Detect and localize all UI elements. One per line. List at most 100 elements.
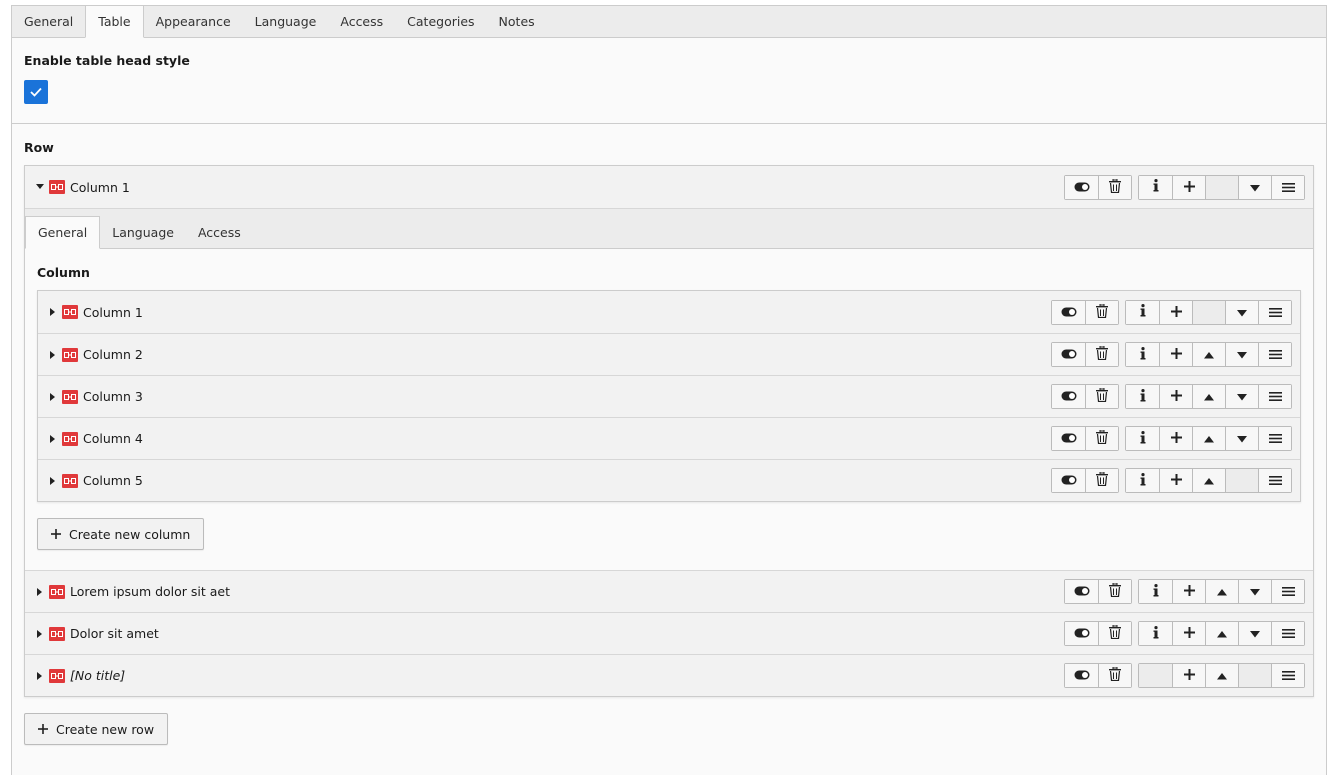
inner-tab-general[interactable]: General bbox=[25, 216, 101, 249]
drag-handle-button[interactable] bbox=[1258, 300, 1291, 324]
info-button[interactable] bbox=[1126, 427, 1159, 450]
row-header[interactable]: Column 1 bbox=[25, 166, 1313, 208]
row-panel-header[interactable]: Dolor sit amet bbox=[25, 612, 1313, 654]
drag-handle-button[interactable] bbox=[1271, 580, 1304, 603]
add-button[interactable] bbox=[1159, 343, 1192, 366]
plus-icon bbox=[1170, 305, 1182, 320]
column-panel-header[interactable]: Column 1 bbox=[38, 291, 1300, 333]
toggle-visibility-button[interactable] bbox=[1052, 300, 1085, 324]
info-button[interactable] bbox=[1126, 469, 1159, 492]
row-panel-header[interactable]: Lorem ipsum dolor sit aet bbox=[25, 570, 1313, 612]
tab-appearance[interactable]: Appearance bbox=[144, 6, 243, 37]
caret-right-icon[interactable] bbox=[48, 308, 58, 316]
toggle-visibility-button[interactable] bbox=[1065, 580, 1098, 603]
info-button[interactable] bbox=[1126, 385, 1159, 408]
head-style-checkbox[interactable] bbox=[24, 80, 48, 104]
delete-button[interactable] bbox=[1098, 664, 1131, 687]
move-up-button[interactable] bbox=[1192, 427, 1225, 450]
move-down-button[interactable] bbox=[1238, 580, 1271, 603]
move-up-button[interactable] bbox=[1205, 664, 1238, 687]
add-button[interactable] bbox=[1172, 622, 1205, 645]
move-up-button[interactable] bbox=[1192, 343, 1225, 366]
caret-right-icon[interactable] bbox=[48, 476, 58, 485]
tab-notes[interactable]: Notes bbox=[487, 6, 547, 37]
record-actions-group bbox=[1138, 174, 1305, 200]
add-button[interactable] bbox=[1159, 300, 1192, 324]
column-panel-header[interactable]: Column 2 bbox=[38, 333, 1300, 375]
delete-button[interactable] bbox=[1085, 300, 1118, 324]
info-button[interactable] bbox=[1126, 343, 1159, 366]
info-button[interactable] bbox=[1126, 300, 1159, 324]
delete-button[interactable] bbox=[1085, 427, 1118, 450]
record-icon bbox=[49, 668, 65, 683]
move-down-button[interactable] bbox=[1238, 175, 1271, 199]
move-up-button[interactable] bbox=[1205, 622, 1238, 645]
tab-access[interactable]: Access bbox=[328, 6, 395, 37]
arrow-down-icon bbox=[1250, 626, 1260, 641]
toggle-visibility-button[interactable] bbox=[1052, 385, 1085, 408]
delete-button[interactable] bbox=[1085, 469, 1118, 492]
drag-handle-button[interactable] bbox=[1271, 175, 1304, 199]
drag-handle-button[interactable] bbox=[1258, 469, 1291, 492]
info-button[interactable] bbox=[1139, 622, 1172, 645]
toggle-visibility-button[interactable] bbox=[1065, 664, 1098, 687]
toggle-visibility-button[interactable] bbox=[1052, 427, 1085, 450]
add-button[interactable] bbox=[1159, 385, 1192, 408]
visibility-delete-group bbox=[1064, 579, 1132, 604]
move-up-button[interactable] bbox=[1192, 469, 1225, 492]
move-down-button[interactable] bbox=[1225, 427, 1258, 450]
move-down-button[interactable] bbox=[1238, 622, 1271, 645]
add-button[interactable] bbox=[1159, 469, 1192, 492]
caret-right-icon[interactable] bbox=[35, 629, 45, 638]
trash-icon bbox=[1096, 345, 1108, 363]
move-up-button[interactable] bbox=[1205, 580, 1238, 603]
toggle-visibility-button[interactable] bbox=[1052, 469, 1085, 492]
drag-handle-button[interactable] bbox=[1258, 385, 1291, 408]
add-button[interactable] bbox=[1172, 664, 1205, 687]
head-style-section: Enable table head style bbox=[12, 38, 1326, 124]
caret-right-icon[interactable] bbox=[48, 434, 58, 443]
delete-button[interactable] bbox=[1098, 175, 1131, 199]
add-button[interactable] bbox=[1172, 580, 1205, 603]
toggle-visibility-button[interactable] bbox=[1052, 343, 1085, 366]
move-down-button[interactable] bbox=[1225, 300, 1258, 324]
inner-tab-access[interactable]: Access bbox=[186, 217, 253, 248]
toggle-icon bbox=[1061, 305, 1077, 320]
column-panel-header[interactable]: Column 4 bbox=[38, 417, 1300, 459]
tab-general[interactable]: General bbox=[12, 6, 85, 37]
column-panel-header[interactable]: Column 3 bbox=[38, 375, 1300, 417]
drag-handle-button[interactable] bbox=[1258, 343, 1291, 366]
move-down-button[interactable] bbox=[1225, 343, 1258, 366]
caret-right-icon[interactable] bbox=[48, 350, 58, 359]
inner-tab-language[interactable]: Language bbox=[100, 217, 186, 248]
caret-right-icon[interactable] bbox=[48, 392, 58, 401]
info-button[interactable] bbox=[1139, 580, 1172, 603]
caret-right-icon[interactable] bbox=[35, 587, 45, 596]
toggle-visibility-button[interactable] bbox=[1065, 622, 1098, 645]
caret-down-icon[interactable] bbox=[35, 184, 45, 190]
delete-button[interactable] bbox=[1098, 580, 1131, 603]
row-panel-header[interactable]: [No title] bbox=[25, 654, 1313, 696]
move-down-button[interactable] bbox=[1225, 385, 1258, 408]
drag-handle-button[interactable] bbox=[1258, 427, 1291, 450]
drag-handle-button[interactable] bbox=[1271, 622, 1304, 645]
drag-handle-button[interactable] bbox=[1271, 664, 1304, 687]
add-button[interactable] bbox=[1172, 175, 1205, 199]
tab-table[interactable]: Table bbox=[85, 5, 144, 38]
move-up-button[interactable] bbox=[1192, 385, 1225, 408]
visibility-delete-group bbox=[1064, 174, 1132, 200]
toggle-visibility-button[interactable] bbox=[1065, 175, 1098, 199]
delete-button[interactable] bbox=[1085, 343, 1118, 366]
tab-language[interactable]: Language bbox=[243, 6, 329, 37]
tab-categories[interactable]: Categories bbox=[395, 6, 486, 37]
column-panel-title: Column 1 bbox=[83, 304, 143, 320]
add-button[interactable] bbox=[1159, 427, 1192, 450]
create-new-row-button[interactable]: Create new row bbox=[24, 713, 169, 745]
caret-right-icon[interactable] bbox=[35, 671, 45, 680]
delete-button[interactable] bbox=[1098, 622, 1131, 645]
info-button[interactable] bbox=[1139, 175, 1172, 199]
column-panel: Column 2 bbox=[38, 333, 1300, 375]
delete-button[interactable] bbox=[1085, 385, 1118, 408]
column-panel-header[interactable]: Column 5 bbox=[38, 459, 1300, 501]
create-new-column-button[interactable]: Create new column bbox=[37, 518, 205, 550]
